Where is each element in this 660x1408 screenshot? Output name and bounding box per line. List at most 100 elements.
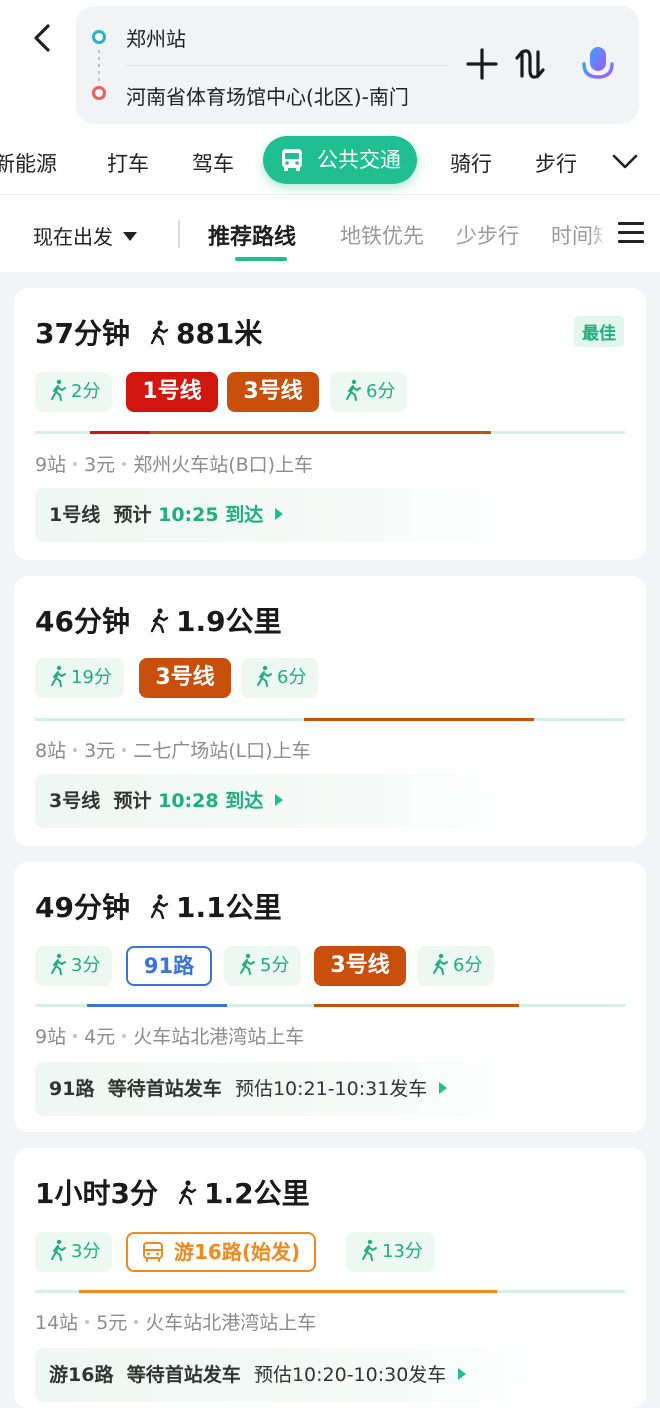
stop-count: 9站 (35, 454, 67, 476)
active-tab-indicator (235, 257, 287, 261)
route-walk-distance: 1.9公里 (175, 605, 282, 638)
walk-duration: 6分 (277, 667, 307, 688)
arrival-info[interactable]: 游16路 等待首站发车 预估10:20-10:30发车 (35, 1348, 545, 1402)
sort-tab-recommended[interactable]: 推荐路线 (208, 219, 296, 251)
route-duration: 46分钟 (35, 605, 130, 638)
tab-walking[interactable]: 步行 (535, 148, 577, 178)
swap-endpoints-icon[interactable] (513, 46, 547, 82)
route-summary: 1小时3分 1.2公里 (35, 1172, 310, 1212)
destination-field[interactable]: 河南省体育场馆中心(北区)-南门 (126, 81, 409, 110)
walk-duration: 2分 (71, 381, 101, 402)
walking-icon (150, 608, 169, 633)
caret-down-icon (123, 232, 137, 241)
walk-duration: 13分 (382, 1241, 423, 1262)
route-segments: 2分 1号线 3号线 6分 (14, 372, 646, 412)
fare: 3元 (84, 740, 116, 762)
sort-tab-less-walking[interactable]: 少步行 (456, 220, 519, 250)
route-walk-distance: 1.2公里 (203, 1177, 310, 1210)
route-segments: 3分 91路 5分 3号线 6分 (14, 946, 646, 986)
route-summary: 46分钟 1.9公里 (35, 600, 282, 640)
sort-tab-subway-first[interactable]: 地铁优先 (340, 220, 424, 250)
arrival-suffix: 到达 (225, 790, 264, 812)
arrival-status: 等待首站发车 (126, 1364, 241, 1386)
arrival-line: 1号线 (49, 504, 101, 526)
bus-icon (282, 149, 302, 171)
walking-icon (240, 953, 255, 975)
travel-mode-tabs: 新能源 打车 驾车 公共交通 骑行 步行 (0, 130, 660, 192)
play-arrow-icon (458, 1368, 467, 1380)
route-duration: 49分钟 (35, 891, 130, 924)
arrival-prefix: 预计 (113, 504, 152, 526)
walk-segment: 19分 (35, 658, 124, 698)
fare: 3元 (84, 454, 116, 476)
route-card[interactable]: 46分钟 1.9公里 19分 3号线 6分 8站 3元 二七广场站(L口)上车 3号线… (14, 576, 646, 846)
walk-segment: 3分 (35, 1232, 113, 1272)
walking-icon (51, 665, 66, 687)
walk-duration: 5分 (260, 955, 290, 976)
walking-icon (362, 1239, 377, 1261)
walking-icon (51, 1239, 66, 1261)
arrival-estimate: 预估10:20-10:30发车 (253, 1364, 447, 1386)
field-divider (126, 65, 448, 66)
route-progress-track (35, 1004, 625, 1007)
chevron-left-icon (34, 24, 50, 52)
subway-line-3-chip: 3号线 (227, 372, 319, 412)
origin-field[interactable]: 郑州站 (126, 23, 186, 52)
tabs-fade-overlay (590, 212, 610, 256)
route-card[interactable]: 49分钟 1.1公里 3分 91路 5分 3号线 6分 9站 4元 火车站北港湾站上车… (14, 862, 646, 1132)
line-3-track (314, 1004, 519, 1007)
route-dotted-connector (98, 50, 100, 82)
walk-segment: 2分 (35, 372, 113, 412)
tab-cycling[interactable]: 骑行 (450, 148, 492, 178)
walk-duration: 6分 (453, 955, 483, 976)
tab-public-transit-label: 公共交通 (317, 148, 401, 172)
walking-icon (150, 320, 169, 345)
route-card[interactable]: 1小时3分 1.2公里 3分 游16路(始发) 13分 14站 5元 火车站北港湾站上… (14, 1148, 646, 1408)
boarding-station: 郑州火车站(B口)上车 (133, 454, 314, 476)
walk-duration: 19分 (71, 667, 112, 688)
tour-bus-16-chip: 游16路(始发) (126, 1232, 317, 1272)
walk-duration: 6分 (366, 381, 396, 402)
walk-segment: 3分 (35, 946, 113, 986)
bus-91-track (87, 1004, 227, 1007)
arrival-info[interactable]: 91路 等待首站发车 预估10:21-10:31发车 (35, 1062, 525, 1116)
stop-count: 14站 (35, 1312, 79, 1334)
tab-drive[interactable]: 驾车 (192, 148, 234, 178)
arrival-time: 10:28 (158, 790, 219, 812)
chevron-down-icon[interactable] (610, 146, 640, 176)
route-search-box: 郑州站 河南省体育场馆中心(北区)-南门 (76, 6, 639, 124)
departure-time-selector[interactable]: 现在出发 (33, 221, 137, 250)
route-details: 8站 3元 二七广场站(L口)上车 (35, 736, 311, 763)
route-duration: 37分钟 (35, 317, 130, 350)
walk-segment: 6分 (330, 372, 408, 412)
route-summary: 37分钟 881米 (35, 312, 262, 352)
tab-new-energy[interactable]: 新能源 (0, 148, 57, 178)
walk-segment: 5分 (224, 946, 302, 986)
tab-public-transit[interactable]: 公共交通 (263, 136, 417, 184)
filter-divider (178, 220, 180, 248)
play-arrow-icon (275, 508, 284, 520)
walk-duration: 3分 (71, 955, 101, 976)
arrival-estimate: 预估10:21-10:31发车 (234, 1078, 428, 1100)
boarding-station: 火车站北港湾站上车 (145, 1312, 317, 1334)
stop-count: 9站 (35, 1026, 67, 1048)
arrival-line: 3号线 (49, 790, 101, 812)
route-segments: 3分 游16路(始发) 13分 (14, 1232, 646, 1272)
route-summary: 49分钟 1.1公里 (35, 886, 282, 926)
route-progress-track (35, 431, 625, 434)
route-details: 9站 4元 火车站北港湾站上车 (35, 1022, 304, 1049)
arrival-info[interactable]: 3号线 预计 10:28 到达 (35, 774, 515, 828)
stop-count: 8站 (35, 740, 67, 762)
arrival-line: 游16路 (49, 1364, 114, 1386)
best-route-badge: 最佳 (574, 316, 624, 347)
route-header: 郑州站 河南省体育场馆中心(北区)-南门 新能源 打车 驾车 公共交通 骑行 步… (0, 0, 660, 272)
more-options-menu-icon[interactable] (618, 222, 644, 246)
start-point-icon (92, 30, 106, 44)
back-button[interactable] (22, 18, 62, 58)
tab-taxi[interactable]: 打车 (107, 148, 149, 178)
add-waypoint-icon[interactable] (464, 46, 500, 82)
route-card[interactable]: 37分钟 881米 最佳 2分 1号线 3号线 6分 9站 3元 郑州火车站(B口)上… (14, 288, 646, 560)
voice-input-icon[interactable] (578, 44, 618, 86)
arrival-info[interactable]: 1号线 预计 10:25 到达 (35, 488, 515, 542)
walking-icon (150, 894, 169, 919)
